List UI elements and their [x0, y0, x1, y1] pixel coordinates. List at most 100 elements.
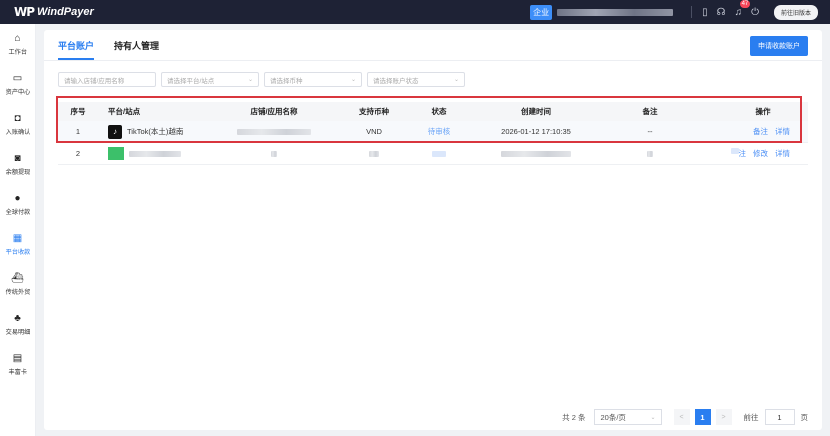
headset-icon[interactable]: ☊	[717, 7, 726, 18]
power-icon[interactable]: ⏻	[751, 7, 759, 18]
enterprise-badge: 企业	[530, 4, 553, 20]
tiktok-logo-icon: ♪	[108, 124, 122, 139]
edit-link[interactable]: 修改	[753, 148, 768, 159]
shop-search-input[interactable]: 请输入店铺/应用名称	[58, 72, 156, 87]
cell-currency: VND	[366, 127, 382, 136]
goto-page-input[interactable]: 1	[764, 409, 795, 425]
logo-mark: WP	[14, 5, 35, 19]
chevron-down-icon: ⌄	[247, 77, 253, 83]
col-shop: 店铺/应用名称	[250, 107, 298, 116]
divider	[44, 60, 822, 61]
tab-bar: 平台账户 持有人管理	[58, 39, 179, 60]
platform-name: TikTok(本土)越南	[127, 127, 184, 136]
sidebar-item-assets[interactable]: ▭ 资产中心	[0, 64, 35, 104]
cell-platform	[98, 147, 208, 160]
card-icon: ▤	[12, 352, 23, 364]
cell-created: 2026-01-12 17:10:35	[501, 127, 571, 136]
sidebar-item-trade[interactable]: ⛴ 传统外贸	[0, 264, 35, 304]
currency-select[interactable]: 请选择币种 ⌄	[264, 72, 362, 87]
page-unit: 页	[800, 412, 809, 422]
sidebar-item-transactions[interactable]: ♣ 交易明细	[0, 304, 35, 344]
total-count: 共 2 条	[562, 412, 586, 422]
page-number-current[interactable]: 1	[694, 409, 711, 425]
company-name-blurred	[557, 8, 674, 16]
sidebar-item-label: 丰富卡	[8, 368, 27, 376]
col-currency: 支持币种	[359, 107, 389, 116]
page-size-select[interactable]: 20条/页 ⌄	[593, 409, 662, 425]
col-status: 状态	[431, 107, 447, 116]
page-size-value: 20条/页	[600, 412, 626, 422]
chevron-down-icon: ⌄	[350, 77, 356, 83]
note-link[interactable]: 注	[739, 148, 747, 159]
home-icon: ⌂	[14, 32, 21, 44]
notification-count: 47	[739, 0, 751, 8]
placeholder: 请选择币种	[270, 77, 303, 85]
col-ops: 操作	[755, 107, 771, 116]
cell-shop-blurred	[208, 128, 340, 135]
main-panel: 平台账户 持有人管理 申请收款账户 请输入店铺/应用名称 请选择平台/站点 ⌄ 请…	[44, 30, 822, 430]
note-link[interactable]: 备注	[753, 126, 768, 137]
cell-ops: 备注 详情	[698, 126, 808, 137]
apply-account-button[interactable]: 申请收款账户	[750, 36, 808, 56]
sidebar-item-label: 余额提现	[5, 168, 30, 176]
confirm-icon: ◘	[14, 112, 21, 124]
placeholder: 请选择账户状态	[373, 77, 419, 85]
sidebar-item-workbench[interactable]: ⌂ 工作台	[0, 24, 35, 64]
sidebar-item-global-pay[interactable]: ● 全球付款	[0, 184, 35, 224]
filter-bar: 请输入店铺/应用名称 请选择平台/站点 ⌄ 请选择币种 ⌄ 请选择账户状态 ⌄	[58, 72, 470, 87]
pagination: 共 2 条 20条/页 ⌄ < 1 > 前往 1 页	[562, 404, 808, 430]
sidebar-item-label: 工作台	[8, 48, 27, 56]
status-badge: 待审核	[427, 127, 451, 136]
cell-note: --	[647, 127, 653, 136]
wallet-icon: ▭	[12, 72, 23, 84]
top-bar: WP WindPayer 企业 ▯ ☊ ♫ 47 ⏻ 前往旧版本	[0, 0, 830, 24]
sidebar: ⌂ 工作台 ▭ 资产中心 ◘ 入账确认 ◙ 余额提现 ● 全球付款 ▦ 平台收款 ⛴ 传统外贸…	[0, 24, 36, 436]
placeholder: 请选择平台/站点	[167, 77, 215, 85]
store-icon: ▦	[12, 232, 23, 244]
logo[interactable]: WP WindPayer	[14, 5, 94, 19]
mobile-icon[interactable]: ▯	[702, 7, 708, 18]
withdraw-icon: ◙	[14, 152, 21, 164]
cell-status-blurred	[408, 150, 470, 157]
detail-link[interactable]: 详情	[775, 126, 790, 137]
sidebar-item-confirm[interactable]: ◘ 入账确认	[0, 104, 35, 144]
cell-shop-blurred	[208, 150, 340, 157]
col-platform: 平台/站点	[108, 107, 141, 116]
sidebar-item-withdraw[interactable]: ◙ 余额提现	[0, 144, 35, 184]
goto-label: 前往	[743, 412, 759, 422]
users-icon: ♣	[14, 312, 21, 324]
platform-logo-icon	[108, 147, 124, 160]
sidebar-item-card[interactable]: ▤ 丰富卡	[0, 344, 35, 384]
platform-select[interactable]: 请选择平台/站点 ⌄	[161, 72, 259, 87]
table-row: 1 ♪ TikTok(本土)越南 VND 待审核 2026-01-12 17:1…	[58, 121, 808, 143]
detail-link[interactable]: 详情	[775, 148, 790, 159]
cell-platform: ♪ TikTok(本土)越南	[98, 124, 208, 139]
cell-currency-blurred	[340, 150, 408, 157]
sidebar-item-label: 资产中心	[5, 88, 30, 96]
col-index: 序号	[70, 107, 86, 116]
ship-icon: ⛴	[11, 272, 24, 284]
bell-icon[interactable]: ♫ 47	[735, 0, 751, 18]
cell-index: 2	[75, 149, 81, 158]
sidebar-item-label: 全球付款	[5, 208, 30, 216]
divider	[691, 6, 693, 18]
prev-page-button[interactable]: <	[673, 409, 690, 425]
status-select[interactable]: 请选择账户状态 ⌄	[367, 72, 465, 87]
chevron-down-icon: ⌄	[650, 414, 656, 421]
cell-created-blurred	[470, 150, 602, 157]
table-header: 序号 平台/站点 店铺/应用名称 支持币种 状态 创建时间 备注 操作	[58, 102, 808, 121]
table-row: 2 注 修改 详情	[58, 143, 808, 165]
col-note: 备注	[642, 107, 658, 116]
payment-icon: ●	[14, 192, 21, 204]
tab-platform-accounts[interactable]: 平台账户	[58, 39, 95, 60]
tab-holder-management[interactable]: 持有人管理	[114, 39, 159, 60]
logo-text: WindPayer	[37, 6, 94, 18]
cell-note-blurred	[602, 150, 698, 157]
next-page-button[interactable]: >	[715, 409, 732, 425]
cell-ops: 注 修改 详情	[698, 148, 808, 159]
sidebar-item-label: 传统外贸	[5, 288, 30, 296]
sidebar-item-label: 交易明细	[5, 328, 30, 336]
sidebar-item-platform-collect[interactable]: ▦ 平台收款	[0, 224, 35, 264]
sidebar-item-label: 平台收款	[5, 248, 30, 256]
old-version-button[interactable]: 前往旧版本	[773, 4, 818, 20]
